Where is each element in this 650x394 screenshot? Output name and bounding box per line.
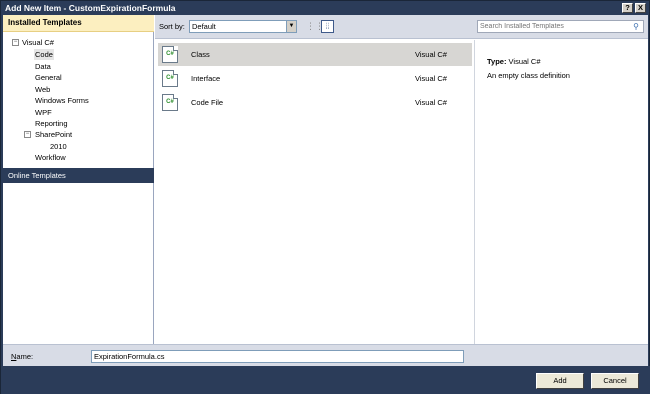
csharp-interface-icon: C# [162,70,178,87]
template-details-pane: Type: Visual C# An empty class definitio… [477,40,648,344]
tree-item-code[interactable]: Code [34,49,54,60]
online-templates-header[interactable]: Online Templates [3,168,154,183]
tree-item-windows-forms[interactable]: Windows Forms [35,95,89,106]
template-name: Code File [191,98,224,107]
detail-view-icon[interactable]: ⦙⦙ [321,20,334,33]
tree-item-wpf[interactable]: WPF [35,107,52,118]
template-row-class[interactable]: C# Class Visual C# [158,43,472,66]
template-language: Visual C# [415,50,447,59]
template-language: Visual C# [415,98,447,107]
online-templates-label: Online Templates [8,171,66,180]
search-input[interactable] [480,21,630,32]
help-button[interactable]: ? [622,3,633,13]
template-name: Class [191,50,210,59]
name-input[interactable] [91,350,464,363]
tree-item-2010[interactable]: 2010 [50,141,67,152]
template-row-code-file[interactable]: C# Code File Visual C# [158,91,472,114]
tree-item-web[interactable]: Web [35,84,50,95]
type-value: Visual C# [508,57,541,66]
template-categories-panel: Installed Templates − Visual C# Code Dat… [3,15,154,344]
template-language: Visual C# [415,74,447,83]
tree-item-reporting[interactable]: Reporting [35,118,68,129]
tree-item-sharepoint[interactable]: SharePoint [35,129,72,140]
installed-templates-header[interactable]: Installed Templates [3,15,154,32]
name-label-text: ame: [16,352,34,361]
sort-by-dropdown[interactable]: Default ▼ [189,20,297,33]
csharp-code-file-icon: C# [162,94,178,111]
template-name: Interface [191,74,221,83]
search-icon[interactable]: ⚲ [631,21,641,32]
button-bar: Add Cancel [1,366,650,394]
close-button[interactable]: X [635,3,646,13]
template-row-interface[interactable]: C# Interface Visual C# [158,67,472,90]
tree-item-workflow[interactable]: Workflow [35,152,66,163]
type-label: Type: [487,57,507,66]
list-view-icon[interactable]: ⋮⋮ [305,20,324,33]
sort-by-label: Sort by: [159,22,185,31]
collapse-sharepoint-icon[interactable]: − [24,131,31,138]
tree-item-visual-csharp[interactable]: Visual C# [22,37,54,48]
add-button[interactable]: Add [536,373,584,389]
dropdown-arrow-icon[interactable]: ▼ [286,21,296,32]
dialog-content: Installed Templates − Visual C# Code Dat… [3,15,648,344]
type-line: Type: Visual C# [487,57,541,66]
tree-item-general[interactable]: General [35,72,62,83]
installed-templates-label: Installed Templates [8,18,82,27]
templates-toolbar: Sort by: Default ▼ ⋮⋮ ⦙⦙ ⚲ [155,15,648,39]
collapse-visual-csharp-icon[interactable]: − [12,39,19,46]
template-description: An empty class definition [487,71,570,80]
csharp-class-icon: C# [162,46,178,63]
add-new-item-dialog: Add New Item - CustomExpirationFormula ?… [0,0,650,394]
cancel-button[interactable]: Cancel [591,373,639,389]
tree-item-data[interactable]: Data [35,61,51,72]
title-bar[interactable]: Add New Item - CustomExpirationFormula ?… [1,1,649,15]
search-box[interactable]: ⚲ [477,20,644,33]
sort-by-value: Default [192,22,216,31]
name-row: Name: [3,344,648,366]
name-label: Name: [11,352,33,361]
window-title: Add New Item - CustomExpirationFormula [5,3,176,13]
template-list: C# Class Visual C# C# Interface Visual C… [155,40,475,344]
